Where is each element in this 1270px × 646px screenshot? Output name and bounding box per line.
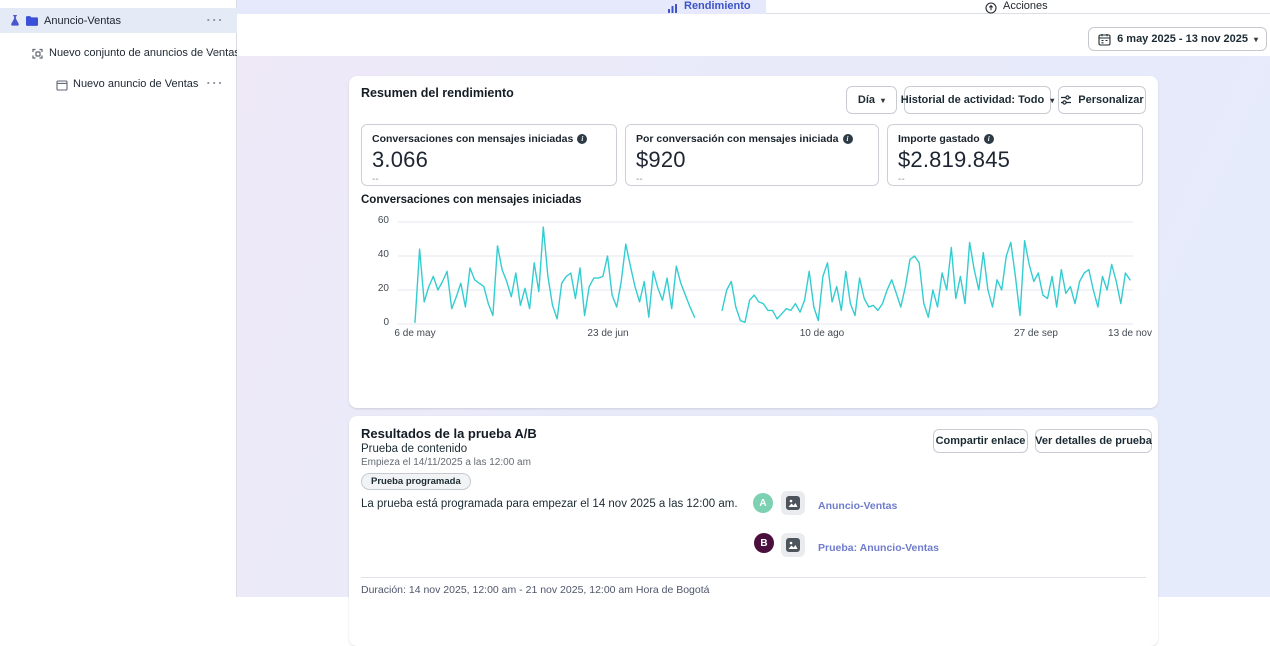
metric-sub: -- [372,174,606,185]
variant-b-link[interactable]: Prueba: Anuncio-Ventas [818,542,939,554]
activity-history-dropdown[interactable]: Historial de actividad: Todo ▾ [904,86,1051,114]
customize-label: Personalizar [1078,94,1143,106]
divider [361,577,1146,578]
line-chart: 60 40 20 0 6 de may 23 de jun 10 de ago … [361,214,1146,344]
card-title: Resumen del rendimiento [361,86,514,100]
metric-label: Importe gastadoi [898,133,1132,145]
calendar-icon [1098,33,1111,46]
x-axis-tick: 10 de ago [800,328,845,339]
chevron-down-icon: ▾ [881,96,885,105]
campaign-tree-sidebar: Anuncio-Ventas ··· Nuevo conjunto de anu… [0,0,237,597]
ab-test-results-card: Resultados de la prueba A/B Prueba de co… [349,416,1158,646]
date-range-label: 6 may 2025 - 13 nov 2025 [1117,33,1248,45]
results-content-area: Resumen del rendimiento Día ▾ Historial … [237,56,1270,597]
more-options-icon[interactable]: ··· [207,75,225,90]
metric-value: 3.066 [372,147,606,173]
metric-cost-per-conversation: Por conversación con mensajes iniciadai … [625,124,879,186]
tab-rendimiento-label: Rendimiento [684,0,751,12]
tab-acciones-label: Acciones [1003,0,1048,12]
variant-a-thumbnail[interactable] [781,491,805,515]
chevron-down-icon: ▾ [1050,96,1054,105]
adset-grid-icon [32,47,44,65]
sidebar-item-label: Anuncio-Ventas [44,15,121,27]
interval-dropdown[interactable]: Día ▾ [846,86,897,114]
y-axis-tick: 40 [361,249,389,260]
y-axis-tick: 60 [361,215,389,226]
customize-button[interactable]: Personalizar [1058,86,1146,114]
image-icon [786,538,800,552]
more-options-icon[interactable]: ··· [207,12,225,27]
metric-amount-spent: Importe gastadoi $2.819.845 -- [887,124,1143,186]
variant-b-thumbnail[interactable] [781,533,805,557]
chevron-down-icon: ▾ [1254,35,1258,44]
x-axis-tick: 27 de sep [1014,328,1058,339]
tab-rendimiento[interactable]: Rendimiento [237,0,766,14]
ab-start-note: Empieza el 14/11/2025 a las 12:00 am [361,457,531,468]
variant-a-avatar: A [753,493,773,513]
info-icon[interactable]: i [843,134,853,144]
sidebar-item-ad[interactable]: Nuevo anuncio de Ventas ··· [0,71,237,96]
activity-history-label: Historial de actividad: Todo [901,94,1044,106]
metric-sub: -- [636,174,868,185]
toolbar-strip: 6 may 2025 - 13 nov 2025 ▾ [237,14,1270,56]
sliders-icon [1060,94,1072,106]
interval-label: Día [858,94,875,106]
metric-conversations: Conversaciones con mensajes iniciadasi 3… [361,124,617,186]
metric-value: $2.819.845 [898,147,1132,173]
results-tab-bar: Rendimiento Acciones [237,0,1270,14]
more-options-icon[interactable]: ··· [207,44,225,59]
x-axis-tick: 23 de jun [587,328,628,339]
chart-plot-area [398,217,1133,329]
ab-test-flask-icon [9,14,21,32]
variant-b-avatar: B [754,533,774,553]
campaign-folder-icon [25,14,39,32]
share-link-button[interactable]: Compartir enlace [933,429,1028,453]
y-axis-tick: 0 [361,317,389,328]
view-test-details-button[interactable]: Ver detalles de prueba [1035,429,1152,453]
sidebar-item-adset[interactable]: Nuevo conjunto de anuncios de Ventas ··· [0,40,237,65]
info-icon[interactable]: i [984,134,994,144]
date-range-selector[interactable]: 6 may 2025 - 13 nov 2025 ▾ [1088,27,1267,51]
x-axis-tick: 6 de may [394,328,435,339]
ad-frame-icon [56,78,68,96]
sidebar-item-campaign[interactable]: Anuncio-Ventas ··· [0,8,237,33]
info-icon[interactable]: i [577,134,587,144]
status-badge: Prueba programada [361,473,471,490]
ab-card-title: Resultados de la prueba A/B [361,426,537,441]
x-axis-tick: 13 de nov [1108,328,1152,339]
ab-scheduled-message: La prueba está programada para empezar e… [361,498,738,510]
ab-test-type: Prueba de contenido [361,443,467,455]
image-icon [786,496,800,510]
variant-a-link[interactable]: Anuncio-Ventas [818,500,897,512]
metric-label: Conversaciones con mensajes iniciadasi [372,133,606,145]
test-duration: Duración: 14 nov 2025, 12:00 am - 21 nov… [361,584,709,596]
y-axis-tick: 20 [361,283,389,294]
chart-title: Conversaciones con mensajes iniciadas [361,194,582,206]
sidebar-item-label: Nuevo anuncio de Ventas [73,78,198,90]
metric-sub: -- [898,174,1132,185]
metric-label: Por conversación con mensajes iniciadai [636,133,868,145]
metric-value: $920 [636,147,868,173]
performance-summary-card: Resumen del rendimiento Día ▾ Historial … [349,76,1158,408]
